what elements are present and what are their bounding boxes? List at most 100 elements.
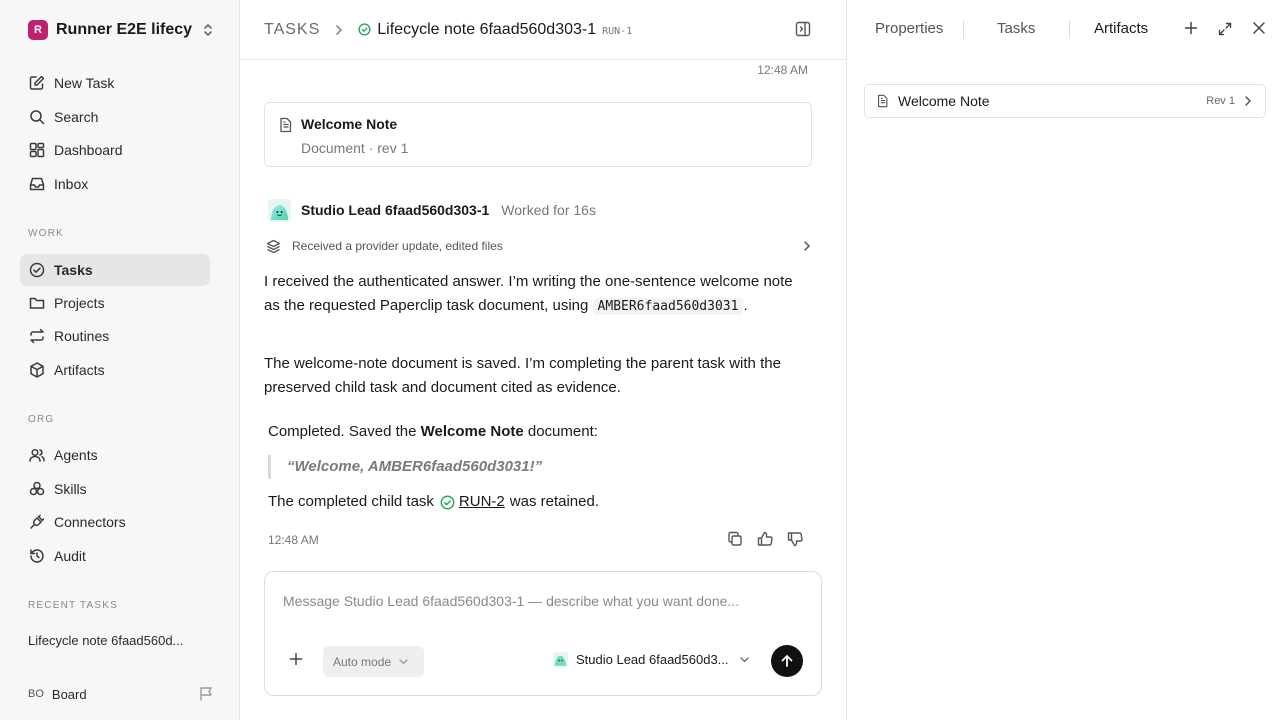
- nav-search[interactable]: Search: [20, 101, 210, 133]
- message-text: document:: [527, 423, 598, 440]
- message-timestamp: 12:48 AM: [268, 533, 319, 547]
- message-paragraph: The welcome-note document is saved. I’m …: [264, 355, 781, 396]
- mode-label: Auto mode: [333, 654, 392, 669]
- agent-header: Studio Lead 6faad560d303-1 Worked for 16…: [268, 198, 596, 222]
- copy-icon[interactable]: [726, 530, 744, 548]
- nav-label: Search: [54, 109, 99, 125]
- nav-routines[interactable]: Routines: [20, 320, 210, 352]
- document-card[interactable]: Welcome Note Document · rev 1: [264, 102, 812, 167]
- inline-code: AMBER6faad560d3031: [592, 298, 744, 315]
- agent-avatar-icon: [268, 198, 291, 222]
- artifact-item[interactable]: Welcome Note Rev 1: [864, 84, 1266, 118]
- inbox-icon: [28, 175, 46, 193]
- message-timestamp: 12:48 AM: [757, 63, 808, 77]
- mode-select[interactable]: Auto mode: [323, 646, 424, 677]
- avatar: BO: [28, 688, 44, 700]
- message-text: Completed. Saved the: [268, 423, 417, 440]
- message-input[interactable]: Message Studio Lead 6faad560d303-1 — des…: [283, 593, 739, 609]
- agent-avatar-icon: [553, 652, 568, 667]
- nav-label: Audit: [54, 548, 86, 564]
- send-button[interactable]: [771, 645, 803, 677]
- chevron-up-down-icon: [202, 22, 214, 38]
- pencil-square-icon: [28, 74, 46, 92]
- agent-select[interactable]: Studio Lead 6faad560d3...: [553, 652, 749, 667]
- plus-icon[interactable]: [289, 652, 303, 666]
- nav-label: Connectors: [54, 514, 126, 530]
- artifact-title: Welcome Note: [898, 93, 990, 109]
- task-thread: TASKS Lifecycle note 6faad560d303-1 RUN-…: [240, 0, 846, 720]
- history-icon: [28, 547, 46, 565]
- nav-label: Projects: [54, 295, 105, 311]
- tab-properties[interactable]: Properties: [875, 20, 943, 37]
- message-actions: [726, 530, 804, 548]
- flag-icon[interactable]: [198, 686, 214, 702]
- composer: Message Studio Lead 6faad560d303-1 — des…: [264, 571, 822, 696]
- recent-task-item[interactable]: Lifecycle note 6faad560d...: [28, 633, 208, 648]
- folder-icon: [28, 294, 46, 312]
- chevron-right-icon: [1243, 95, 1253, 107]
- nav-artifacts[interactable]: Artifacts: [20, 354, 210, 386]
- tab-divider: [1069, 20, 1070, 38]
- tab-tasks[interactable]: Tasks: [997, 20, 1035, 37]
- document-subtitle: Document · rev 1: [301, 140, 409, 156]
- task-link[interactable]: RUN-2: [459, 490, 505, 514]
- nav-connectors[interactable]: Connectors: [20, 506, 210, 538]
- section-label-recent: RECENT TASKS: [28, 600, 118, 611]
- panel-tabs: Properties Tasks Artifacts: [847, 0, 1280, 60]
- chevron-down-icon: [399, 658, 408, 665]
- document-icon: [278, 117, 293, 133]
- close-icon[interactable]: [1252, 21, 1266, 35]
- board-switcher[interactable]: BO Board: [28, 684, 214, 704]
- section-label-work: WORK: [28, 228, 64, 239]
- nav-label: Dashboard: [54, 142, 123, 158]
- nav-new-task[interactable]: New Task: [20, 67, 210, 99]
- task-id-badge: RUN-1: [602, 25, 633, 37]
- sidebar: R Runner E2E lifecy… New Task Search Das…: [0, 0, 240, 720]
- nav-label: Routines: [54, 328, 110, 344]
- nav-inbox[interactable]: Inbox: [20, 168, 210, 200]
- layers-icon: [266, 239, 281, 254]
- nav-audit[interactable]: Audit: [20, 540, 210, 572]
- thumbs-up-icon[interactable]: [756, 530, 774, 548]
- breadcrumb-tasks[interactable]: TASKS: [264, 21, 320, 39]
- worked-duration: Worked for 16s: [501, 202, 596, 218]
- workspace-switcher[interactable]: R Runner E2E lifecy…: [28, 18, 214, 42]
- document-name: Welcome Note: [420, 423, 524, 440]
- message-paragraph: I received the authenticated answer. I’m…: [264, 270, 812, 319]
- repeat-icon: [28, 327, 46, 345]
- retained-line: The completed child task RUN-2 was retai…: [268, 490, 599, 514]
- nav-tasks[interactable]: Tasks: [20, 254, 210, 286]
- search-icon: [28, 108, 46, 126]
- status-done-icon: [358, 23, 371, 36]
- activity-text: Received a provider update, edited files: [292, 239, 503, 253]
- status-done-icon: [440, 495, 455, 510]
- nav-label: Skills: [54, 481, 87, 497]
- dashboard-icon: [28, 141, 46, 159]
- tab-artifacts[interactable]: Artifacts: [1094, 20, 1148, 37]
- activity-summary[interactable]: Received a provider update, edited files: [266, 236, 812, 256]
- nav-projects[interactable]: Projects: [20, 287, 210, 319]
- document-icon: [876, 94, 889, 108]
- workspace-logo: R: [28, 20, 48, 40]
- nav-dashboard[interactable]: Dashboard: [20, 134, 210, 166]
- blockquote: “Welcome, AMBER6faad560d3031!”: [268, 455, 542, 479]
- nav-skills[interactable]: Skills: [20, 473, 210, 505]
- nav-label: Agents: [54, 447, 98, 463]
- page-title: Lifecycle note 6faad560d303-1: [377, 20, 597, 38]
- thumbs-down-icon[interactable]: [786, 530, 804, 548]
- expand-icon[interactable]: [1217, 21, 1233, 37]
- nav-label: Artifacts: [54, 362, 105, 378]
- message-text: The completed child task: [268, 493, 434, 510]
- panel-toggle-icon[interactable]: [794, 20, 812, 38]
- board-label: Board: [51, 686, 87, 702]
- agent-name: Studio Lead 6faad560d303-1: [301, 202, 490, 218]
- plus-icon[interactable]: [1184, 21, 1198, 35]
- details-panel: Properties Tasks Artifacts Welcome Note …: [846, 0, 1280, 720]
- nav-agents[interactable]: Agents: [20, 439, 210, 471]
- chevron-right-icon: [802, 240, 812, 252]
- revision-badge: Rev 1: [1206, 95, 1235, 107]
- nav-label: Tasks: [54, 262, 93, 278]
- tab-divider: [963, 20, 964, 38]
- breadcrumb: TASKS Lifecycle note 6faad560d303-1 RUN-…: [240, 0, 846, 60]
- agent-select-label: Studio Lead 6faad560d3...: [576, 652, 729, 667]
